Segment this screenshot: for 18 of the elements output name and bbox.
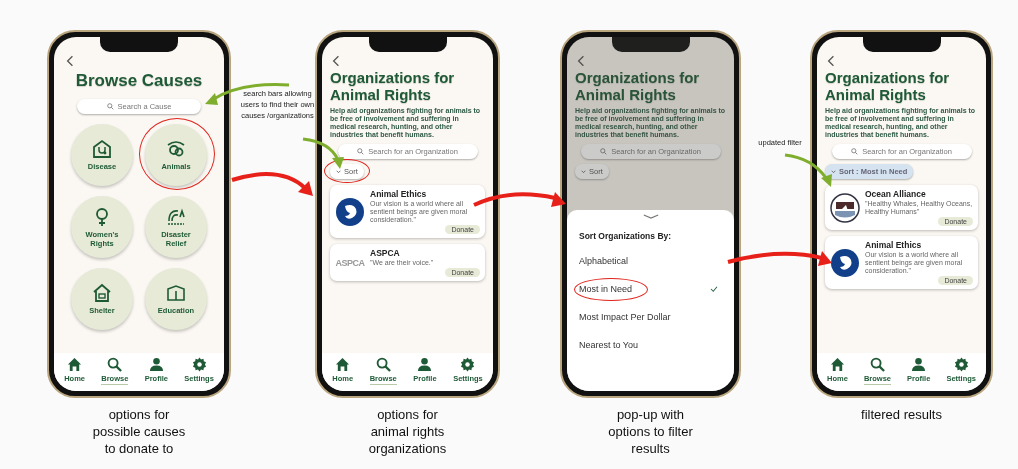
screen-caption: filtered results [860,406,943,424]
page-title: Organizations for Animal Rights [575,69,701,103]
screen-caption: options for possible causes to donate to [91,406,187,458]
organization-name: Ocean Alliance [865,189,927,199]
sort-option[interactable]: Nearest to You [579,340,639,351]
organization-name: ASPCA [370,248,401,258]
organization-name: Animal Ethics [370,189,428,199]
page-title: Browse Causes [75,71,203,91]
sheet-title: Sort Organizations By: [579,231,673,242]
organization-name: Animal Ethics [865,240,923,250]
wordmark-logo: ASPCA [335,257,365,268]
screen-caption: options for animal rights organizations [367,406,448,458]
sort-option[interactable]: Most Impact Per Dollar [579,312,671,323]
sort-option[interactable]: Most in Need [579,284,633,295]
sort-option[interactable]: Alphabetical [579,256,629,267]
page-title: Organizations for Animal Rights [825,69,951,103]
page-title: Organizations for Animal Rights [330,69,456,103]
screen-caption: pop-up with options to filter results [607,406,694,458]
